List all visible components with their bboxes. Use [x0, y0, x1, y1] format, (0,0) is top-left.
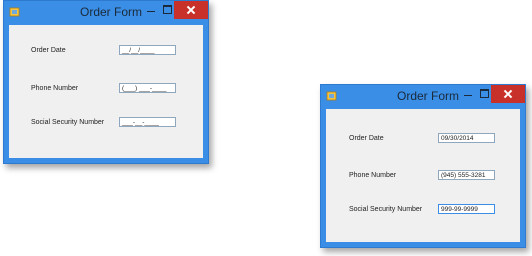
order-date-label: Order Date: [349, 135, 384, 142]
phone-number-label: Phone Number: [31, 85, 79, 92]
ssn-input[interactable]: 999-99-9999: [438, 204, 495, 214]
app-icon: [326, 91, 337, 101]
window-title: Order Form: [397, 89, 460, 103]
phone-number-label: Phone Number: [349, 172, 397, 179]
form-client-area: Order Date __/__/____ Phone Number (___)…: [9, 25, 203, 158]
order-date-label: Order Date: [31, 47, 66, 54]
window-title: Order Form: [80, 5, 143, 19]
phone-number-input[interactable]: (945) 555-3281: [438, 170, 495, 180]
ssn-input[interactable]: ___-__-____: [119, 117, 176, 127]
title-bar[interactable]: Order Form: [4, 1, 208, 25]
order-date-input[interactable]: __/__/____: [119, 45, 176, 55]
phone-number-input[interactable]: (___) ___-____: [119, 83, 176, 93]
close-button[interactable]: [174, 1, 208, 19]
ssn-label: Social Security Number: [31, 119, 105, 126]
app-icon: [9, 7, 20, 17]
form-client-area: Order Date 09/30/2014 Phone Number (945)…: [326, 109, 520, 242]
order-form-window-empty: Order Form Order Date __/__/____ Phone N…: [3, 0, 209, 164]
title-bar[interactable]: Order Form: [321, 85, 525, 109]
order-form-window-filled: Order Form Order Date 09/30/2014 Phone N…: [320, 84, 526, 248]
order-date-input[interactable]: 09/30/2014: [438, 133, 495, 143]
close-button[interactable]: [491, 85, 525, 103]
ssn-label: Social Security Number: [349, 206, 423, 213]
